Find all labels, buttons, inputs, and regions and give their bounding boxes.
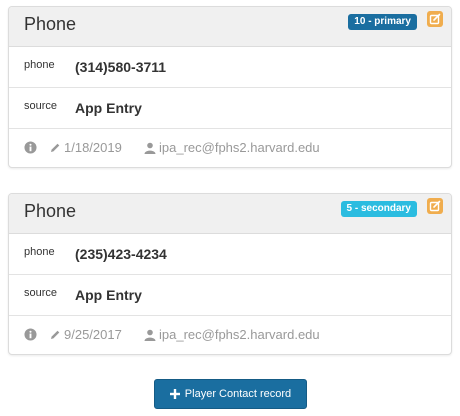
phone-row: phone (314)580-3711 xyxy=(9,47,451,88)
updated-by: ipa_rec@fphs2.harvard.edu xyxy=(144,140,320,155)
card-header: Phone 5 - secondary xyxy=(9,194,451,234)
edit-icon xyxy=(429,200,441,212)
phone-label: phone xyxy=(24,246,55,258)
contact-card-primary: Phone 10 - primary phone (314)580-3711 s… xyxy=(8,6,452,168)
edit-icon xyxy=(429,13,441,25)
phone-value: (235)423-4234 xyxy=(75,246,167,262)
edit-button[interactable] xyxy=(427,198,443,214)
updated-date-text: 9/25/2017 xyxy=(64,327,122,342)
card-title: Phone xyxy=(24,14,77,34)
plus-icon xyxy=(169,389,180,399)
card-footer: 9/25/2017 ipa_rec@fphs2.harvard.edu xyxy=(9,316,451,354)
source-value: App Entry xyxy=(75,287,142,303)
edit-button[interactable] xyxy=(427,11,443,27)
card-footer: 1/18/2019 ipa_rec@fphs2.harvard.edu xyxy=(9,129,451,167)
rank-badge: 10 - primary xyxy=(348,14,417,30)
source-label: source xyxy=(24,100,58,112)
add-player-contact-button[interactable]: Player Contact record xyxy=(154,379,307,409)
phone-label: phone xyxy=(24,59,55,71)
user-icon xyxy=(144,142,156,154)
updated-date: 9/25/2017 xyxy=(49,327,122,342)
rank-badge: 5 - secondary xyxy=(340,201,417,217)
pencil-icon xyxy=(51,143,60,152)
updated-date: 1/18/2019 xyxy=(49,140,122,155)
source-row: source App Entry xyxy=(9,88,451,129)
updated-date-text: 1/18/2019 xyxy=(64,140,122,155)
source-value: App Entry xyxy=(75,100,142,116)
card-header: Phone 10 - primary xyxy=(9,7,451,47)
phone-row: phone (235)423-4234 xyxy=(9,234,451,275)
updated-by-text: ipa_rec@fphs2.harvard.edu xyxy=(159,140,320,155)
info-icon[interactable] xyxy=(24,140,37,155)
source-row: source App Entry xyxy=(9,275,451,316)
card-title: Phone xyxy=(24,201,77,221)
source-label: source xyxy=(24,287,58,299)
pencil-icon xyxy=(51,330,60,339)
updated-by-text: ipa_rec@fphs2.harvard.edu xyxy=(159,327,320,342)
contact-card-secondary: Phone 5 - secondary phone (235)423-4234 … xyxy=(8,193,452,355)
add-button-label: Player Contact record xyxy=(184,388,292,400)
updated-by: ipa_rec@fphs2.harvard.edu xyxy=(144,327,320,342)
phone-value: (314)580-3711 xyxy=(75,59,167,75)
info-icon[interactable] xyxy=(24,327,37,342)
user-icon xyxy=(144,329,156,341)
